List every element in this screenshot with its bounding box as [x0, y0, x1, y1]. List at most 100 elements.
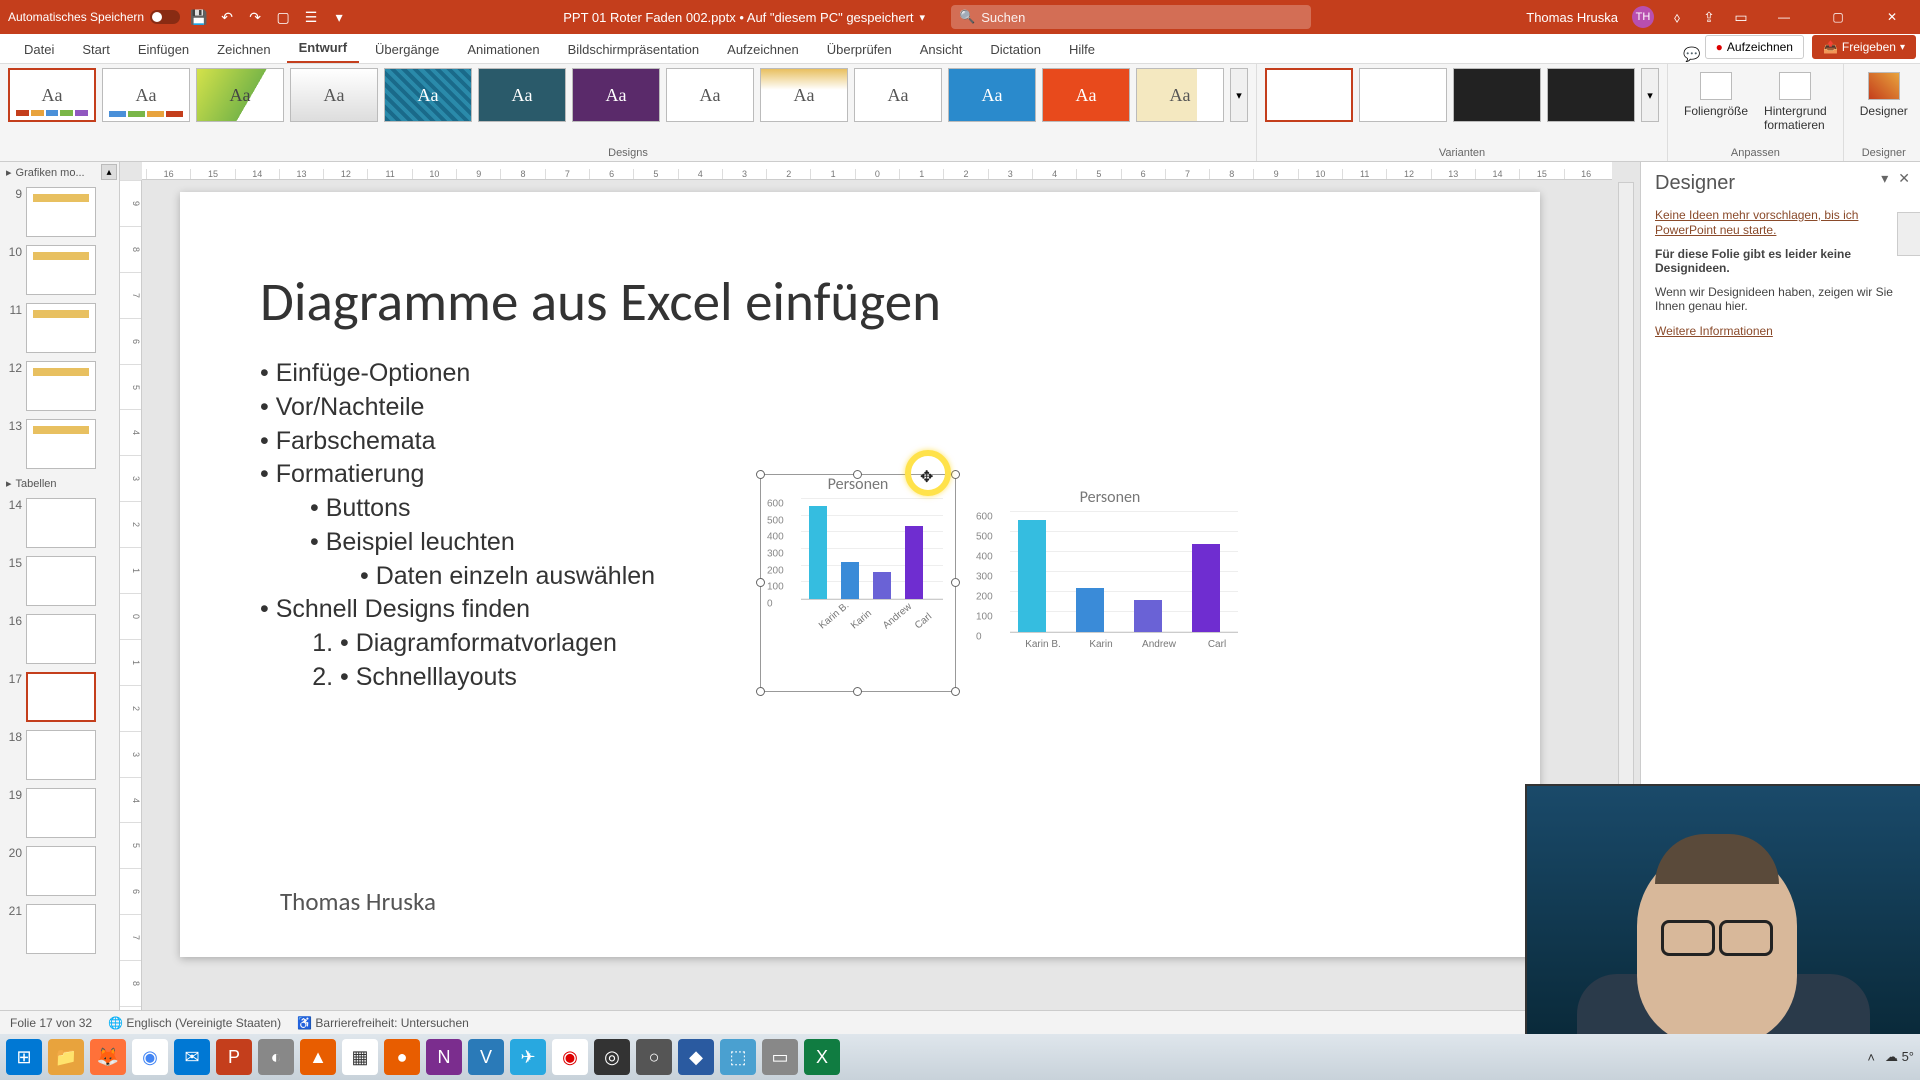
- selection-handle[interactable]: [951, 578, 960, 587]
- tab-einfuegen[interactable]: Einfügen: [126, 36, 201, 63]
- variants-gallery[interactable]: ▾: [1265, 68, 1659, 122]
- theme-thumb[interactable]: Aa: [102, 68, 190, 122]
- slide-preview[interactable]: [26, 361, 96, 411]
- taskbar-excel-icon[interactable]: X: [804, 1039, 840, 1075]
- slide-thumbnail[interactable]: 12: [0, 357, 119, 415]
- taskbar-telegram-icon[interactable]: ✈: [510, 1039, 546, 1075]
- slide-thumbnail[interactable]: 19: [0, 784, 119, 842]
- slide-thumbnail[interactable]: 18: [0, 726, 119, 784]
- tab-bildschirmpraesentation[interactable]: Bildschirmpräsentation: [556, 36, 712, 63]
- panel-close-icon[interactable]: ✕: [1898, 170, 1910, 187]
- slide-thumbnail[interactable]: 9: [0, 183, 119, 241]
- slide-preview[interactable]: [26, 730, 96, 780]
- taskbar-app-icon[interactable]: ○: [636, 1039, 672, 1075]
- slide-thumbnail[interactable]: 13: [0, 415, 119, 473]
- selection-handle[interactable]: [853, 687, 862, 696]
- slide-preview[interactable]: [26, 419, 96, 469]
- minimize-button[interactable]: —: [1764, 2, 1804, 32]
- tab-uebergaenge[interactable]: Übergänge: [363, 36, 451, 63]
- format-background-button[interactable]: Hintergrund formatieren: [1756, 68, 1835, 136]
- start-button[interactable]: ⊞: [6, 1039, 42, 1075]
- taskbar-onenote-icon[interactable]: N: [426, 1039, 462, 1075]
- theme-thumb[interactable]: Aa: [1042, 68, 1130, 122]
- section-header[interactable]: ▸ Tabellen: [0, 473, 119, 494]
- variant-thumb[interactable]: [1359, 68, 1447, 122]
- scroll-up-icon[interactable]: ▴: [101, 164, 117, 180]
- tab-start[interactable]: Start: [70, 36, 121, 63]
- slideshow-icon[interactable]: ▢: [274, 8, 292, 26]
- themes-more-icon[interactable]: ▾: [1230, 68, 1248, 122]
- slide-body[interactable]: Einfüge-Optionen Vor/Nachteile Farbschem…: [260, 357, 655, 695]
- taskbar-app-icon[interactable]: ◐: [258, 1039, 294, 1075]
- taskbar-firefox-icon[interactable]: 🦊: [90, 1039, 126, 1075]
- taskbar-app-icon[interactable]: ●: [384, 1039, 420, 1075]
- slide-thumbnail[interactable]: 10: [0, 241, 119, 299]
- undo-icon[interactable]: ↶: [218, 8, 236, 26]
- record-button[interactable]: ●Aufzeichnen: [1705, 35, 1804, 59]
- slide-preview[interactable]: [26, 498, 96, 548]
- slide-preview[interactable]: [26, 672, 96, 722]
- comments-icon[interactable]: 💬: [1683, 45, 1701, 63]
- weather-icon[interactable]: ☁ 5°: [1885, 1049, 1914, 1065]
- title-dropdown-icon[interactable]: ▾: [920, 11, 926, 24]
- theme-thumb[interactable]: Aa: [8, 68, 96, 122]
- taskbar-app-icon[interactable]: ◆: [678, 1039, 714, 1075]
- share-button[interactable]: 📤Freigeben▾: [1812, 35, 1916, 59]
- tab-hilfe[interactable]: Hilfe: [1057, 36, 1107, 63]
- themes-gallery[interactable]: Aa Aa Aa Aa Aa Aa Aa Aa Aa Aa Aa Aa Aa ▾: [8, 68, 1248, 122]
- selection-handle[interactable]: [756, 470, 765, 479]
- theme-thumb[interactable]: Aa: [760, 68, 848, 122]
- slide-thumbnail[interactable]: 15: [0, 552, 119, 610]
- taskbar-chrome-icon[interactable]: ◉: [132, 1039, 168, 1075]
- window-icon[interactable]: ▭: [1732, 8, 1750, 26]
- share-icon[interactable]: ⇪: [1700, 8, 1718, 26]
- theme-thumb[interactable]: Aa: [1136, 68, 1224, 122]
- slide-preview[interactable]: [26, 904, 96, 954]
- tab-dictation[interactable]: Dictation: [978, 36, 1053, 63]
- qat-more-icon[interactable]: ▾: [330, 8, 348, 26]
- tab-ansicht[interactable]: Ansicht: [908, 36, 975, 63]
- slide-thumbnail[interactable]: 21: [0, 900, 119, 958]
- taskbar-vlc-icon[interactable]: ▲: [300, 1039, 336, 1075]
- slide-preview[interactable]: [26, 788, 96, 838]
- variant-thumb[interactable]: [1265, 68, 1353, 122]
- variant-thumb[interactable]: [1453, 68, 1541, 122]
- slide-title[interactable]: Diagramme aus Excel einfügen: [260, 268, 941, 335]
- taskbar-obs-icon[interactable]: ◎: [594, 1039, 630, 1075]
- slide-preview[interactable]: [26, 614, 96, 664]
- slide-thumbnail[interactable]: 16: [0, 610, 119, 668]
- user-name[interactable]: Thomas Hruska: [1526, 10, 1618, 25]
- slide-thumbnails-panel[interactable]: ▴ ▸ Grafiken mo... 910111213▸ Tabellen14…: [0, 162, 120, 1052]
- tab-aufzeichnen[interactable]: Aufzeichnen: [715, 36, 811, 63]
- selection-handle[interactable]: [853, 470, 862, 479]
- user-avatar[interactable]: TH: [1632, 6, 1654, 28]
- taskbar-app-icon[interactable]: ◉: [552, 1039, 588, 1075]
- taskbar-app-icon[interactable]: ▦: [342, 1039, 378, 1075]
- slide-preview[interactable]: [26, 245, 96, 295]
- system-tray[interactable]: ˄ ☁ 5°: [1867, 1049, 1914, 1065]
- tab-animationen[interactable]: Animationen: [455, 36, 551, 63]
- designer-restart-link[interactable]: Keine Ideen mehr vorschlagen, bis ich Po…: [1655, 208, 1858, 237]
- theme-thumb[interactable]: Aa: [478, 68, 566, 122]
- chart-selected[interactable]: Personen0100200300400500600Karin B.Karin…: [760, 474, 956, 692]
- slide-thumbnail[interactable]: 20: [0, 842, 119, 900]
- search-input[interactable]: 🔍 Suchen: [951, 5, 1311, 29]
- selection-handle[interactable]: [756, 578, 765, 587]
- slide-preview[interactable]: [26, 556, 96, 606]
- theme-thumb[interactable]: Aa: [572, 68, 660, 122]
- taskbar-explorer-icon[interactable]: 📁: [48, 1039, 84, 1075]
- close-button[interactable]: ✕: [1872, 2, 1912, 32]
- designer-button[interactable]: Designer: [1852, 68, 1916, 122]
- tab-zeichnen[interactable]: Zeichnen: [205, 36, 282, 63]
- tab-datei[interactable]: Datei: [12, 36, 66, 63]
- touch-mode-icon[interactable]: ☰: [302, 8, 320, 26]
- save-icon[interactable]: 💾: [190, 8, 208, 26]
- selection-handle[interactable]: [756, 687, 765, 696]
- taskbar-visio-icon[interactable]: V: [468, 1039, 504, 1075]
- theme-thumb[interactable]: Aa: [666, 68, 754, 122]
- slide[interactable]: Diagramme aus Excel einfügen Einfüge-Opt…: [180, 192, 1540, 957]
- tray-chevron-icon[interactable]: ˄: [1867, 1050, 1875, 1065]
- theme-thumb[interactable]: Aa: [854, 68, 942, 122]
- tab-entwurf[interactable]: Entwurf: [287, 34, 359, 63]
- theme-thumb[interactable]: Aa: [196, 68, 284, 122]
